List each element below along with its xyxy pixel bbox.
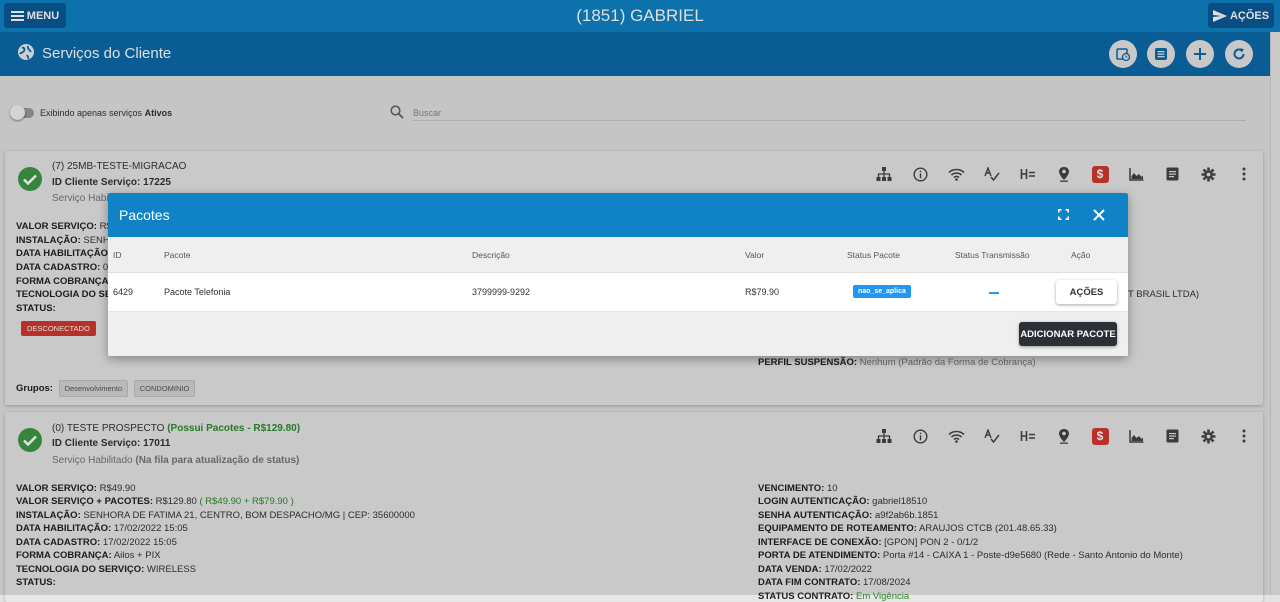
column-header: Valor xyxy=(745,250,765,260)
row-actions-button[interactable]: AÇÕES xyxy=(1056,280,1117,304)
fullscreen-icon[interactable] xyxy=(1058,209,1069,220)
column-header: Descrição xyxy=(472,250,510,260)
column-header: Ação xyxy=(1071,250,1091,260)
cell-descricao: 3799999-9292 xyxy=(472,287,531,297)
close-icon[interactable] xyxy=(1093,209,1105,221)
column-header: Status Pacote xyxy=(847,250,900,260)
column-header: ID xyxy=(113,250,122,260)
column-header: Status Transmissão xyxy=(955,250,1030,260)
add-package-button[interactable]: ADICIONAR PACOTE xyxy=(1019,322,1117,346)
dialog-footer: ADICIONAR PACOTE xyxy=(108,312,1128,356)
column-header: Pacote xyxy=(164,250,191,260)
packages-dialog: Pacotes ID Pacote Descrição Valor Status… xyxy=(108,193,1128,356)
dialog-header: Pacotes xyxy=(108,193,1128,237)
table-row: 6429 Pacote Telefonia 3799999-9292 R$79.… xyxy=(108,273,1128,312)
cell-pacote: Pacote Telefonia xyxy=(164,287,231,297)
table-header: ID Pacote Descrição Valor Status Pacote … xyxy=(108,237,1128,273)
cell-id: 6429 xyxy=(113,287,134,297)
status-pacote-badge: nao_se_aplica xyxy=(853,285,911,298)
dialog-title: Pacotes xyxy=(119,207,170,223)
cell-valor: R$79.90 xyxy=(745,287,780,297)
status-transmissao-dash xyxy=(989,292,999,294)
